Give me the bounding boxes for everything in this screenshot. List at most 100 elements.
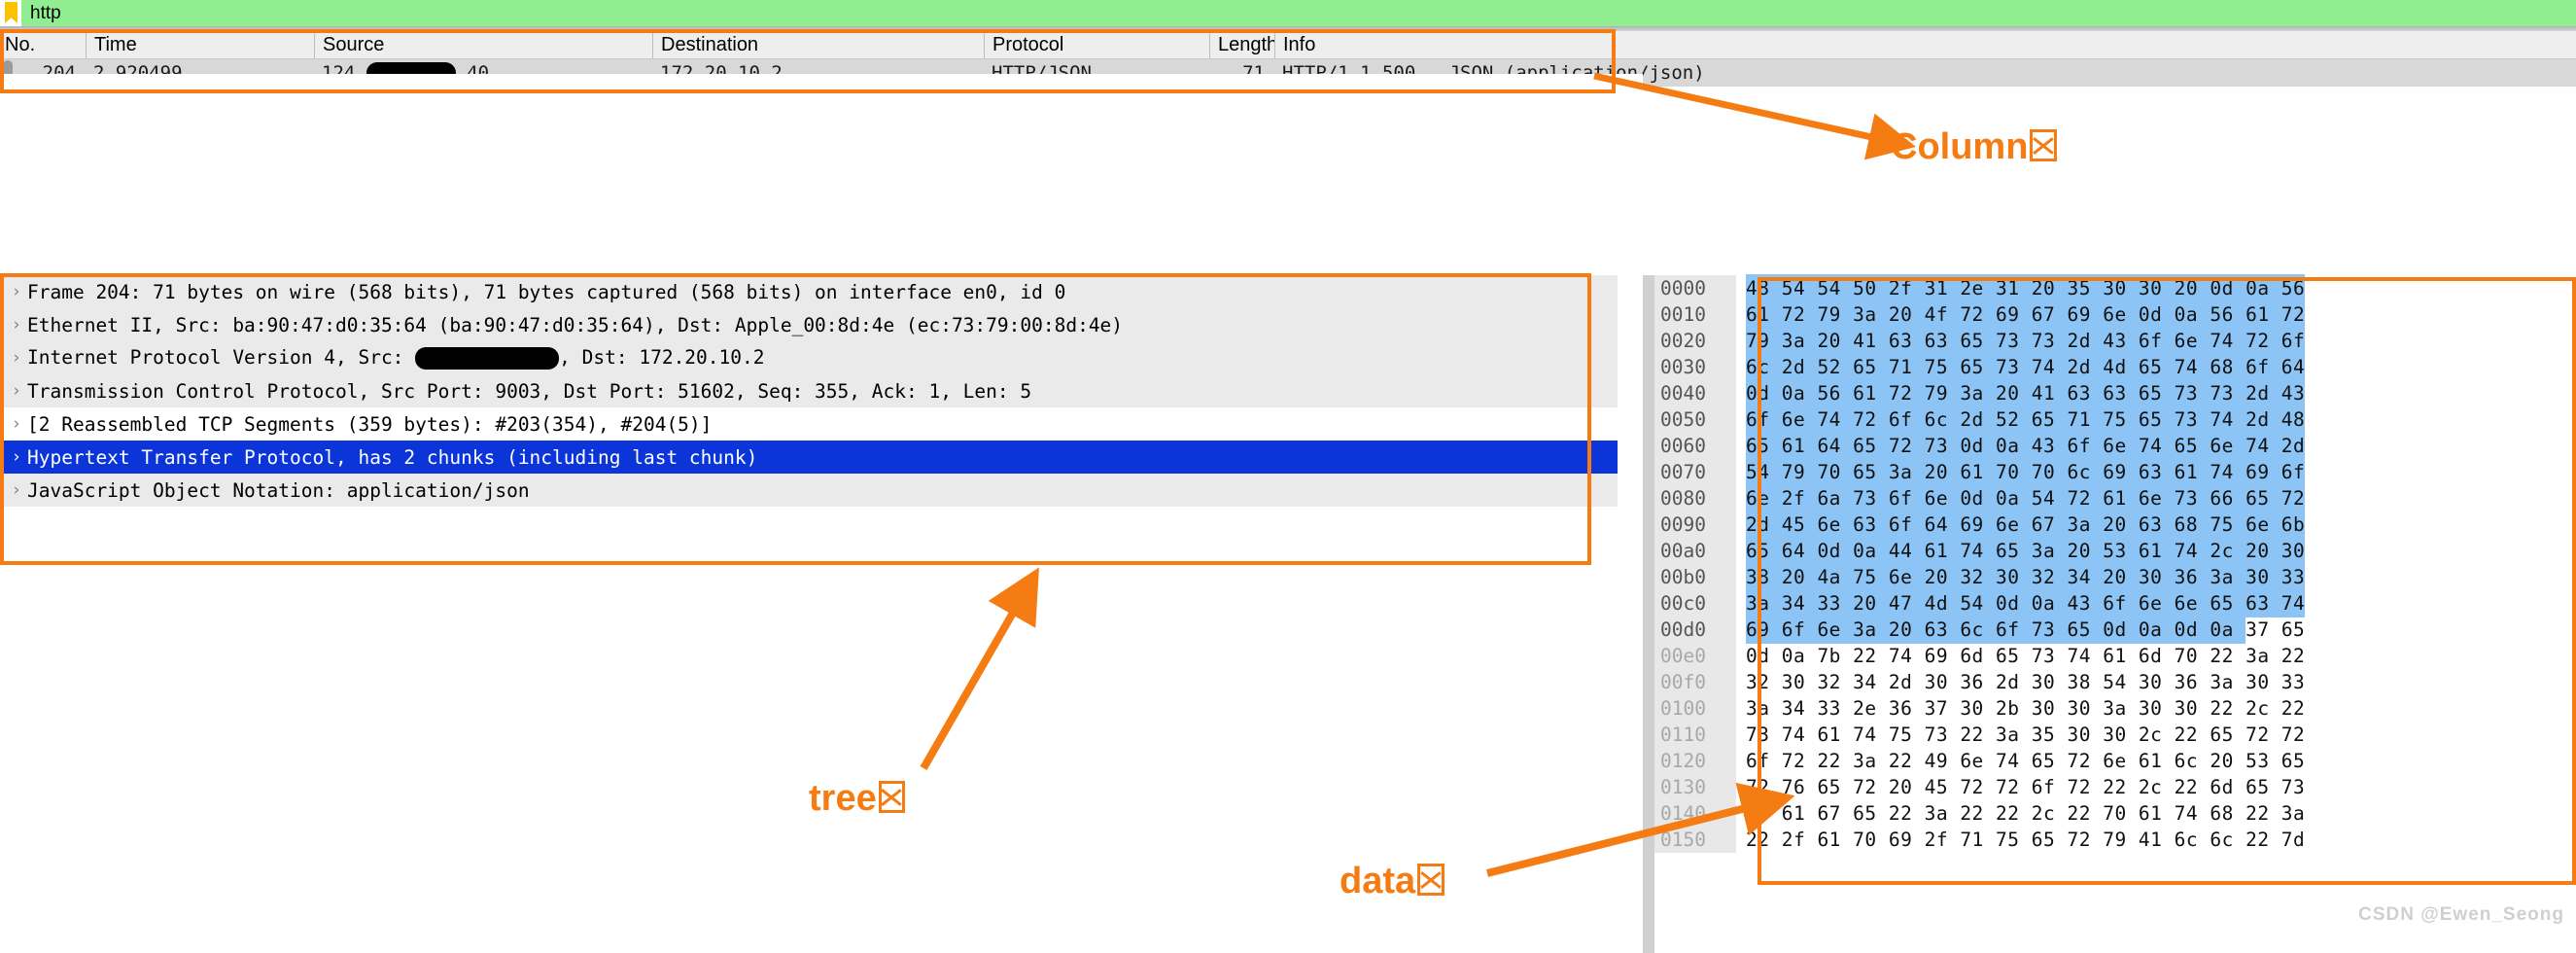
hex-dump-row[interactable]: 0150 22 2f 61 70 69 2f 71 75 65 72 79 41 … (1654, 827, 2576, 853)
hex-bytes: 73 61 67 65 22 3a 22 22 2c 22 70 61 74 6… (1746, 802, 2306, 825)
annotation-label-column: Column (1891, 126, 2057, 168)
hex-dump-row[interactable]: 0110 73 74 61 74 75 73 22 3a 35 30 30 2c … (1654, 722, 2576, 748)
hex-offset: 00b0 (1654, 564, 1736, 590)
hex-bytes: 79 3a 20 41 63 63 65 73 73 2d 43 6f 6e 7… (1736, 327, 2576, 355)
packet-bytes-pane: 0000 48 54 54 50 2f 31 2e 31 20 35 30 30 … (1643, 274, 2576, 953)
detail-tree-label: Ethernet II, Src: ba:90:47:d0:35:64 (ba:… (27, 313, 1124, 336)
hex-bytes: 3a 34 33 2e 36 37 30 2b 30 30 3a 30 30 2… (1746, 697, 2306, 720)
hex-offset: 0030 (1654, 354, 1736, 380)
hex-offset: 0130 (1654, 774, 1736, 800)
hex-dump-row[interactable]: 0020 79 3a 20 41 63 63 65 73 73 2d 43 6f … (1654, 327, 2576, 355)
hex-offset: 00d0 (1654, 617, 1736, 643)
hex-dump-row[interactable]: 0140 73 61 67 65 22 3a 22 22 2c 22 70 61 … (1654, 800, 2576, 827)
detail-tree-label: Frame 204: 71 bytes on wire (568 bits), … (27, 280, 1066, 303)
chevron-right-icon[interactable]: › (6, 315, 27, 335)
hex-bytes: 72 76 65 72 20 45 72 72 6f 72 22 2c 22 6… (1746, 776, 2306, 798)
detail-tree-label: Internet Protocol Version 4, Src: , Dst:… (27, 346, 765, 370)
hex-dump-row[interactable]: 0000 48 54 54 50 2f 31 2e 31 20 35 30 30 … (1654, 274, 2576, 302)
annotation-label-data: data (1340, 861, 1445, 902)
hex-bytes: 22 2f 61 70 69 2f 71 75 65 72 79 41 6c 6… (1746, 829, 2306, 851)
hex-offset: 0090 (1654, 512, 1736, 538)
hex-offset: 0100 (1654, 695, 1736, 722)
column-header-length[interactable]: Length (1209, 31, 1274, 58)
hex-offset: 0070 (1654, 459, 1736, 485)
hex-offset: 0150 (1654, 827, 1736, 853)
hex-bytes: 61 72 79 3a 20 4f 72 69 67 69 6e 0d 0a 5… (1736, 300, 2576, 329)
hex-dump-row[interactable]: 0080 6e 2f 6a 73 6f 6e 0d 0a 54 72 61 6e … (1654, 484, 2576, 512)
hex-dump-row[interactable]: 0040 0d 0a 56 61 72 79 3a 20 41 63 63 65 … (1654, 379, 2576, 407)
hex-dump-row[interactable]: 0060 65 61 64 65 72 73 0d 0a 43 6f 6e 74 … (1654, 432, 2576, 460)
detail-tree-row[interactable]: › Frame 204: 71 bytes on wire (568 bits),… (0, 275, 1643, 308)
hex-offset: 0120 (1654, 748, 1736, 774)
column-header-info[interactable]: Info (1274, 31, 2149, 58)
hex-dump-row[interactable]: 00b0 38 20 4a 75 6e 20 32 30 32 34 20 30 … (1654, 563, 2576, 591)
hex-dump-row[interactable]: 0120 6f 72 22 3a 22 49 6e 74 65 72 6e 61 … (1654, 748, 2576, 774)
packet-list-pane: No. Time Source Destination Protocol Length In… (0, 27, 2576, 87)
detail-tree-label: [2 Reassembled TCP Segments (359 bytes):… (27, 412, 713, 436)
chevron-right-icon[interactable]: › (6, 480, 27, 500)
annotation-label-data-text: data (1340, 861, 1416, 901)
hex-bytes: 0d 0a 56 61 72 79 3a 20 41 63 63 65 73 7… (1736, 379, 2576, 407)
redaction-bar (415, 347, 560, 370)
packet-details-pane: › Frame 204: 71 bytes on wire (568 bits),… (0, 275, 1643, 567)
detail-tree-row[interactable]: › Internet Protocol Version 4, Src: , Dst… (0, 341, 1643, 374)
chevron-right-icon[interactable]: › (6, 348, 27, 368)
chevron-right-icon[interactable]: › (6, 381, 27, 401)
hex-offset: 0110 (1654, 722, 1736, 748)
packet-details-scroll-area[interactable] (1618, 275, 1643, 567)
detail-tree-row[interactable]: › Transmission Control Protocol, Src Port… (0, 374, 1643, 407)
display-filter-input[interactable]: http (21, 0, 61, 26)
hex-offset: 0140 (1654, 800, 1736, 827)
filter-bookmark-icon[interactable] (0, 0, 21, 26)
watermark-text: CSDN @Ewen_Seong (2358, 904, 2564, 925)
detail-tree-label: Hypertext Transfer Protocol, has 2 chunk… (27, 445, 758, 469)
bookmark-glyph (5, 2, 17, 23)
hex-dump-row[interactable]: 0050 6f 6e 74 72 6f 6c 2d 52 65 71 75 65 … (1654, 406, 2576, 434)
column-header-protocol[interactable]: Protocol (984, 31, 1209, 58)
detail-tree-label: Transmission Control Protocol, Src Port:… (27, 379, 1032, 403)
column-header-time[interactable]: Time (86, 31, 314, 58)
hex-offset: 00a0 (1654, 538, 1736, 564)
missing-glyph-box-icon (1417, 864, 1445, 897)
annotation-label-tree-text: tree (809, 778, 877, 819)
hex-dump-row[interactable]: 0030 6c 2d 52 65 71 75 65 73 74 2d 4d 65 … (1654, 353, 2576, 381)
hex-dump-row[interactable]: 00a0 65 64 0d 0a 44 61 74 65 3a 20 53 61 … (1654, 537, 2576, 565)
column-header-destination[interactable]: Destination (652, 31, 984, 58)
hex-offset: 0010 (1654, 301, 1736, 328)
detail-tree-row[interactable]: › Hypertext Transfer Protocol, has 2 chun… (0, 441, 1643, 474)
hex-bytes: 54 79 70 65 3a 20 61 70 70 6c 69 63 61 7… (1736, 458, 2576, 486)
detail-tree-row[interactable]: › Ethernet II, Src: ba:90:47:d0:35:64 (ba… (0, 308, 1643, 341)
display-filter-bar[interactable]: http (0, 0, 2576, 27)
hex-dump-row[interactable]: 00d0 69 6f 6e 3a 20 63 6c 6f 73 65 0d 0a … (1654, 616, 2576, 644)
chevron-right-icon[interactable]: › (6, 414, 27, 434)
detail-tree-row[interactable]: › JavaScript Object Notation: application… (0, 474, 1643, 507)
hex-dump-row[interactable]: 0070 54 79 70 65 3a 20 61 70 70 6c 69 63 … (1654, 458, 2576, 486)
packet-list-column-header[interactable]: No. Time Source Destination Protocol Length In… (0, 31, 2576, 59)
hex-bytes: 2d 45 6e 63 6f 64 69 6e 67 3a 20 63 68 7… (1736, 511, 2576, 539)
hex-offset: 0060 (1654, 433, 1736, 459)
annotation-label-column-text: Column (1891, 126, 2029, 167)
hex-dump-row[interactable]: 0090 2d 45 6e 63 6f 64 69 6e 67 3a 20 63 … (1654, 511, 2576, 539)
chevron-right-icon[interactable]: › (6, 447, 27, 467)
packet-bytes-gutter (1643, 275, 1654, 953)
column-header-source[interactable]: Source (314, 31, 652, 58)
hex-offset: 0050 (1654, 406, 1736, 433)
hex-bytes: 38 20 4a 75 6e 20 32 30 32 34 20 30 36 3… (1736, 563, 2576, 591)
hex-dump-row[interactable]: 00e0 0d 0a 7b 22 74 69 6d 65 73 74 61 6d … (1654, 643, 2576, 669)
chevron-right-icon[interactable]: › (6, 282, 27, 301)
detail-tree-row[interactable]: › [2 Reassembled TCP Segments (359 bytes)… (0, 407, 1643, 441)
hex-dump-row[interactable]: 0010 61 72 79 3a 20 4f 72 69 67 69 6e 0d … (1654, 300, 2576, 329)
hex-offset: 00f0 (1654, 669, 1736, 695)
column-header-no[interactable]: No. (0, 31, 86, 58)
hex-bytes: 32 30 32 34 2d 30 36 2d 30 38 54 30 36 3… (1746, 671, 2306, 693)
hex-bytes: 48 54 54 50 2f 31 2e 31 20 35 30 30 20 0… (1736, 274, 2576, 302)
hex-bytes: 6c 2d 52 65 71 75 65 73 74 2d 4d 65 74 6… (1736, 353, 2576, 381)
hex-dump-row[interactable]: 0100 3a 34 33 2e 36 37 30 2b 30 30 3a 30 … (1654, 695, 2576, 722)
hex-dump-row[interactable]: 0130 72 76 65 72 20 45 72 72 6f 72 22 2c … (1654, 774, 2576, 800)
hex-offset: 00c0 (1654, 590, 1736, 617)
hex-bytes: 65 61 64 65 72 73 0d 0a 43 6f 6e 74 65 6… (1736, 432, 2576, 460)
hex-dump-row[interactable]: 00f0 32 30 32 34 2d 30 36 2d 30 38 54 30 … (1654, 669, 2576, 695)
hex-dump-row[interactable]: 00c0 3a 34 33 20 47 4d 54 0d 0a 43 6f 6e … (1654, 589, 2576, 618)
hex-offset: 0080 (1654, 485, 1736, 512)
packet-bytes-rows[interactable]: 0000 48 54 54 50 2f 31 2e 31 20 35 30 30 … (1654, 274, 2576, 953)
